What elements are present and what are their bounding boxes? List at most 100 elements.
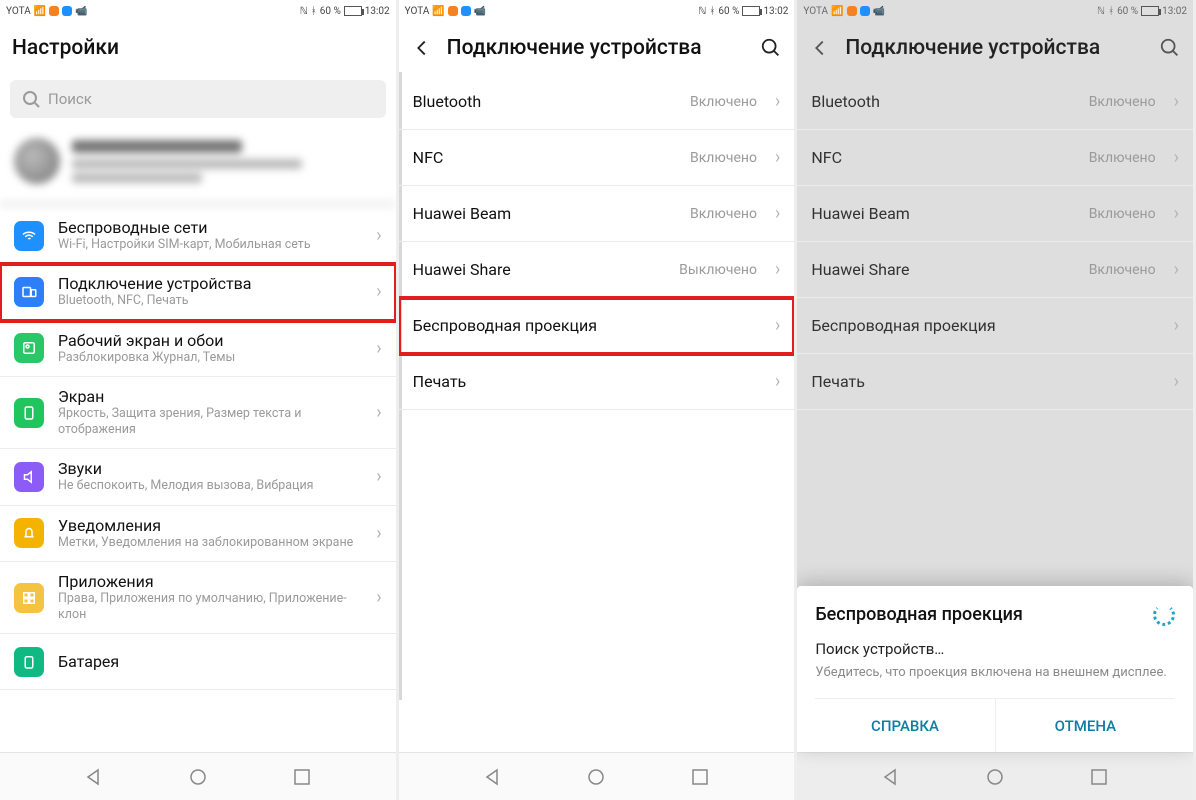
row-notifications[interactable]: УведомленияМетки, Уведомления на заблоки… — [0, 506, 396, 562]
item-sub: Метки, Уведомления на заблокированном эк… — [58, 535, 362, 551]
item-status: Включено — [1089, 262, 1156, 278]
row-wireless[interactable]: Беспроводные сетиWi-Fi, Настройки SIM-ка… — [0, 208, 396, 264]
popup-searching: Поиск устройств… — [815, 640, 1175, 658]
row-display[interactable]: ЭкранЯркость, Защита зрения, Размер текс… — [0, 377, 396, 450]
battery-icon — [1141, 6, 1159, 16]
nav-back[interactable] — [84, 767, 104, 787]
row-huawei-share[interactable]: Huawei Share Включено › — [797, 242, 1193, 298]
nav-home[interactable] — [188, 767, 208, 787]
signal-icon: 📶 — [34, 6, 46, 17]
chevron-right-icon: › — [1174, 91, 1179, 112]
chevron-right-icon: › — [376, 402, 381, 423]
wireless-projection-popup: Беспроводная проекция Поиск устройств… У… — [797, 586, 1193, 752]
nav-recent[interactable] — [1089, 767, 1109, 787]
item-label: Печать — [811, 372, 1159, 391]
spinner-icon — [1153, 604, 1175, 626]
signal-icon: 📶 — [432, 6, 444, 17]
row-wireless-projection[interactable]: Беспроводная проекция › — [797, 298, 1193, 354]
signal-icon: 📶 — [831, 6, 843, 17]
popup-actions: СПРАВКА ОТМЕНА — [815, 698, 1175, 752]
item-sub: Разблокировка Журнал, Темы — [58, 350, 362, 366]
connection-list: Bluetooth Включено › NFC Включено › Huaw… — [399, 74, 795, 752]
row-print[interactable]: Печать › — [797, 354, 1193, 410]
item-label: Рабочий экран и обои — [58, 331, 362, 350]
row-wireless-projection[interactable]: Беспроводная проекция › — [399, 298, 795, 354]
item-label: Huawei Share — [811, 260, 1074, 279]
status-pill-2 — [62, 6, 72, 16]
nav-home[interactable] — [586, 767, 606, 787]
chevron-right-icon: › — [775, 203, 780, 224]
item-status: Включено — [690, 206, 757, 222]
row-device-connection[interactable]: Подключение устройстваBluetooth, NFC, Пе… — [0, 264, 396, 320]
item-label: Уведомления — [58, 516, 362, 535]
item-label: Беспроводная проекция — [811, 316, 1159, 335]
settings-list: Беспроводные сетиWi-Fi, Настройки SIM-ка… — [0, 208, 396, 752]
devices-icon — [14, 277, 44, 307]
chevron-right-icon: › — [376, 338, 381, 359]
page-title: Подключение устройства — [845, 36, 1145, 60]
battery-label: 60 % — [320, 6, 341, 17]
item-sub: Wi-Fi, Настройки SIM-карт, Мобильная сет… — [58, 237, 362, 253]
row-sounds[interactable]: ЗвукиНе беспокоить, Мелодия вызова, Вибр… — [0, 449, 396, 505]
search-input[interactable]: Поиск — [10, 80, 386, 118]
nav-back[interactable] — [483, 767, 503, 787]
chevron-right-icon: › — [1174, 371, 1179, 392]
row-home-wallpaper[interactable]: Рабочий экран и обоиРазблокировка Журнал… — [0, 321, 396, 377]
help-button[interactable]: СПРАВКА — [815, 699, 995, 752]
item-label: Печать — [413, 372, 761, 391]
chevron-right-icon: › — [376, 466, 381, 487]
nav-home[interactable] — [985, 767, 1005, 787]
screen-device-connection: YOTA 📶 📹 ℕ ᚼ 60 % 13:02 Подключение устр… — [399, 0, 798, 800]
back-icon[interactable] — [411, 37, 433, 59]
row-battery[interactable]: Батарея — [0, 634, 396, 690]
nav-recent[interactable] — [292, 767, 312, 787]
chevron-right-icon: › — [775, 315, 780, 336]
row-apps[interactable]: ПриложенияПрава, Приложения по умолчанию… — [0, 562, 396, 635]
item-status: Включено — [1089, 206, 1156, 222]
row-nfc[interactable]: NFC Включено › — [797, 130, 1193, 186]
item-label: NFC — [811, 148, 1074, 167]
item-sub: Яркость, Защита зрения, Размер текста и … — [58, 406, 362, 439]
row-huawei-share[interactable]: Huawei Share Выключено › — [399, 242, 795, 298]
back-icon[interactable] — [809, 37, 831, 59]
item-sub: Не беспокоить, Мелодия вызова, Вибрация — [58, 478, 362, 494]
search-icon — [22, 90, 40, 108]
bluetooth-icon: ᚼ — [709, 6, 715, 17]
item-label: Подключение устройства — [58, 274, 362, 293]
item-label: Приложения — [58, 572, 362, 591]
cancel-button[interactable]: ОТМЕНА — [996, 699, 1175, 752]
row-bluetooth[interactable]: Bluetooth Включено › — [797, 74, 1193, 130]
row-print[interactable]: Печать › — [399, 354, 795, 410]
search-icon[interactable] — [760, 37, 782, 59]
top-bar: Подключение устройства — [797, 22, 1193, 74]
nav-bar — [0, 752, 396, 800]
item-status: Включено — [690, 150, 757, 166]
item-label: Беспроводные сети — [58, 218, 362, 237]
status-pill-1 — [847, 6, 857, 16]
carrier-label: YOTA — [803, 6, 828, 17]
search-placeholder: Поиск — [48, 90, 92, 108]
clock: 13:02 — [763, 6, 788, 17]
profile-row[interactable] — [0, 128, 396, 208]
chevron-right-icon: › — [1174, 147, 1179, 168]
screen-device-connection-popup: YOTA 📶 📹 ℕ ᚼ 60 % 13:02 Подключение устр… — [797, 0, 1196, 800]
clock: 13:02 — [365, 6, 390, 17]
row-huawei-beam[interactable]: Huawei Beam Включено › — [399, 186, 795, 242]
row-nfc[interactable]: NFC Включено › — [399, 130, 795, 186]
nfc-icon: ℕ — [300, 6, 308, 17]
nav-recent[interactable] — [690, 767, 710, 787]
item-sub: Права, Приложения по умолчанию, Приложен… — [58, 591, 362, 624]
status-bar: YOTA 📶 📹 ℕ ᚼ 60 % 13:02 — [399, 0, 795, 22]
status-pill-1 — [448, 6, 458, 16]
item-status: Включено — [1089, 94, 1156, 110]
nav-bar — [797, 752, 1193, 800]
bluetooth-icon: ᚼ — [1108, 6, 1114, 17]
profile-text — [72, 140, 302, 183]
battery-icon — [14, 647, 44, 677]
nav-bar — [399, 752, 795, 800]
search-icon[interactable] — [1159, 37, 1181, 59]
row-huawei-beam[interactable]: Huawei Beam Включено › — [797, 186, 1193, 242]
chevron-right-icon: › — [775, 259, 780, 280]
row-bluetooth[interactable]: Bluetooth Включено › — [399, 74, 795, 130]
nav-back[interactable] — [881, 767, 901, 787]
